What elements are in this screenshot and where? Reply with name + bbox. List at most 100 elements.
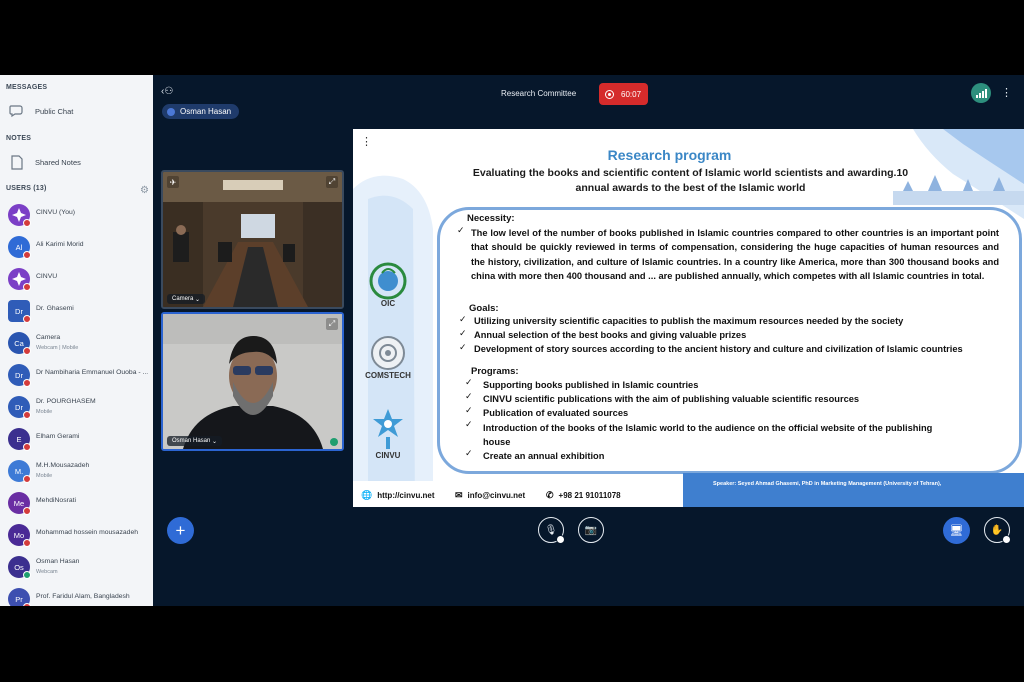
connection-status-button[interactable]	[971, 83, 991, 103]
video-tile-camera[interactable]: ✈ ⤢ Camera ⌄	[161, 170, 344, 309]
webcam-status-icon	[23, 571, 31, 579]
user-name: Elham Gerami	[36, 433, 80, 440]
user-name: Ali Karimi Morid	[36, 241, 84, 248]
microphone-muted-icon	[23, 443, 31, 451]
microphone-muted-icon	[23, 603, 31, 606]
logo-label-oic: OIC	[380, 299, 396, 308]
slide-subtitle-line2: annual awards to the best of the Islamic…	[575, 182, 806, 194]
reactions-menu-indicator	[1002, 535, 1011, 544]
video-label-text: Camera	[172, 296, 194, 302]
pin-icon[interactable]: ✈	[167, 176, 179, 188]
signal-bar	[978, 93, 981, 98]
user-device-status: Mobile	[36, 473, 53, 479]
program-item: Create an annual exhibition	[483, 451, 605, 461]
envelope-icon: ✉	[455, 490, 463, 500]
logo-label-comstech: COMSTECH	[365, 371, 411, 380]
microphone-muted-icon	[23, 251, 31, 259]
sidebar: MESSAGES Public Chat NOTES Shared Notes …	[0, 75, 154, 606]
camera-off-icon: 📷	[584, 524, 598, 536]
conference-room-video	[163, 172, 342, 307]
users-section-title: USERS (13)	[6, 185, 47, 192]
slide-subtitle-line1: Evaluating the books and scientific cont…	[472, 167, 909, 179]
programs-heading: Programs:	[471, 366, 519, 377]
notes-section-title: NOTES	[6, 135, 32, 142]
user-list-item[interactable]: CINVU (You)	[8, 204, 153, 230]
shared-notes-label: Shared Notes	[35, 157, 81, 167]
plus-icon: +	[175, 520, 186, 540]
check-icon: ✓	[465, 391, 473, 401]
note-icon	[8, 153, 26, 171]
footer-email-text: info@cinvu.net	[467, 491, 526, 500]
slide-footer-band	[683, 473, 1024, 507]
gear-icon[interactable]: ⚙	[140, 185, 149, 196]
signal-bar	[981, 91, 984, 98]
user-list-item[interactable]: Dr Dr. POURGHASEM Mobile	[8, 396, 153, 422]
user-name: Dr Nambiharia Emmanuel Ouoba - ...	[36, 369, 149, 376]
check-icon: ✓	[457, 225, 465, 235]
signal-bar	[984, 89, 987, 98]
user-list-item[interactable]: Al Ali Karimi Morid	[8, 236, 153, 262]
video-label-text: Osman Hasan	[172, 438, 211, 444]
user-list-item[interactable]: CINVU	[8, 268, 153, 294]
record-icon	[605, 89, 614, 99]
user-list-item[interactable]: Ca Camera Webcam | Mobile	[8, 332, 153, 358]
goals-heading: Goals:	[469, 303, 499, 314]
goal-item: Development of story sources according t…	[474, 344, 963, 354]
user-list-toggle-icon[interactable]: ‹⚇	[161, 86, 173, 97]
presentation-slide: ⋮ Research program Evaluating the books …	[353, 129, 1024, 507]
user-list-item[interactable]: Dr Dr Nambiharia Emmanuel Ouoba - ...	[8, 364, 153, 390]
goal-item: Annual selection of the best books and g…	[474, 330, 747, 340]
user-name: Mohammad hossein mousazadeh	[36, 529, 139, 536]
user-list-item[interactable]: Mo Mohammad hossein mousazadeh	[8, 524, 153, 550]
microphone-muted-icon	[23, 411, 31, 419]
main-area: ‹⚇ Research Committee 60:07 ⋮ Osman Hasa…	[153, 75, 1024, 606]
user-list-item[interactable]: Os Osman Hasan Webcam	[8, 556, 153, 582]
user-list-item[interactable]: Pr Prof. Faridul Alam, Bangladesh	[8, 588, 153, 606]
user-name: Dr. Ghasemi	[36, 305, 74, 312]
chat-icon	[8, 102, 26, 120]
screen-icon: 🖥	[949, 525, 964, 537]
check-icon: ✓	[465, 419, 473, 429]
footer-website: 🌐 http://cinvu.net	[361, 490, 435, 501]
user-name: CINVU (You)	[36, 209, 76, 216]
speaker-video	[163, 314, 342, 449]
video-tile-speaker[interactable]: ⤢ Osman Hasan ⌄	[161, 312, 344, 451]
mute-microphone-button[interactable]: 🎙	[538, 517, 565, 544]
share-webcam-button[interactable]: 📷	[578, 517, 604, 543]
footer-email: ✉ info@cinvu.net	[455, 490, 525, 501]
screen-share-button[interactable]: 🖥	[943, 517, 970, 544]
program-item-continued: house	[483, 437, 511, 447]
phone-icon: ✆	[546, 490, 554, 500]
user-list-item[interactable]: Me MehdiNosrati	[8, 492, 153, 518]
actions-button[interactable]: +	[167, 517, 194, 544]
user-name: M.H.Mousazadeh	[36, 462, 90, 469]
user-list-item[interactable]: E Elham Gerami	[8, 428, 153, 454]
recording-time: 60:07	[621, 89, 642, 99]
speaker-credit: Speaker: Seyed Ahmad Ghasemi, PhD in Mar…	[713, 481, 942, 487]
footer-phone: ✆ +98 21 91011078	[546, 490, 621, 501]
oic-logo-icon	[369, 262, 407, 300]
user-name: Prof. Faridul Alam, Bangladesh	[36, 593, 130, 600]
user-name: Osman Hasan	[36, 558, 80, 565]
public-chat-label: Public Chat	[35, 106, 74, 116]
user-list-item[interactable]: Dr Dr. Ghasemi	[8, 300, 153, 326]
video-label: Osman Hasan ⌄	[167, 436, 223, 446]
check-icon: ✓	[465, 448, 473, 458]
messages-section-title: MESSAGES	[6, 84, 48, 91]
microphone-muted-icon	[23, 379, 31, 387]
public-chat-item[interactable]: Public Chat	[8, 101, 148, 121]
options-menu-icon[interactable]: ⋮	[1001, 86, 1012, 99]
user-name: CINVU	[36, 273, 58, 280]
program-item: CINVU scientific publications with the a…	[483, 394, 860, 404]
microphone-muted-icon	[23, 507, 31, 515]
microphone-muted-icon	[23, 315, 31, 323]
shared-notes-item[interactable]: Shared Notes	[8, 152, 148, 172]
fullscreen-icon[interactable]: ⤢	[326, 318, 338, 330]
user-list-item[interactable]: M. M.H.Mousazadeh Mobile	[8, 460, 153, 486]
microphone-muted-icon	[23, 475, 31, 483]
raise-hand-button[interactable]: ✋	[984, 517, 1011, 544]
recording-button[interactable]: 60:07	[599, 83, 648, 105]
presenter-name: Osman Hasan	[180, 107, 232, 116]
microphone-muted-icon	[23, 219, 31, 227]
fullscreen-icon[interactable]: ⤢	[326, 176, 338, 188]
